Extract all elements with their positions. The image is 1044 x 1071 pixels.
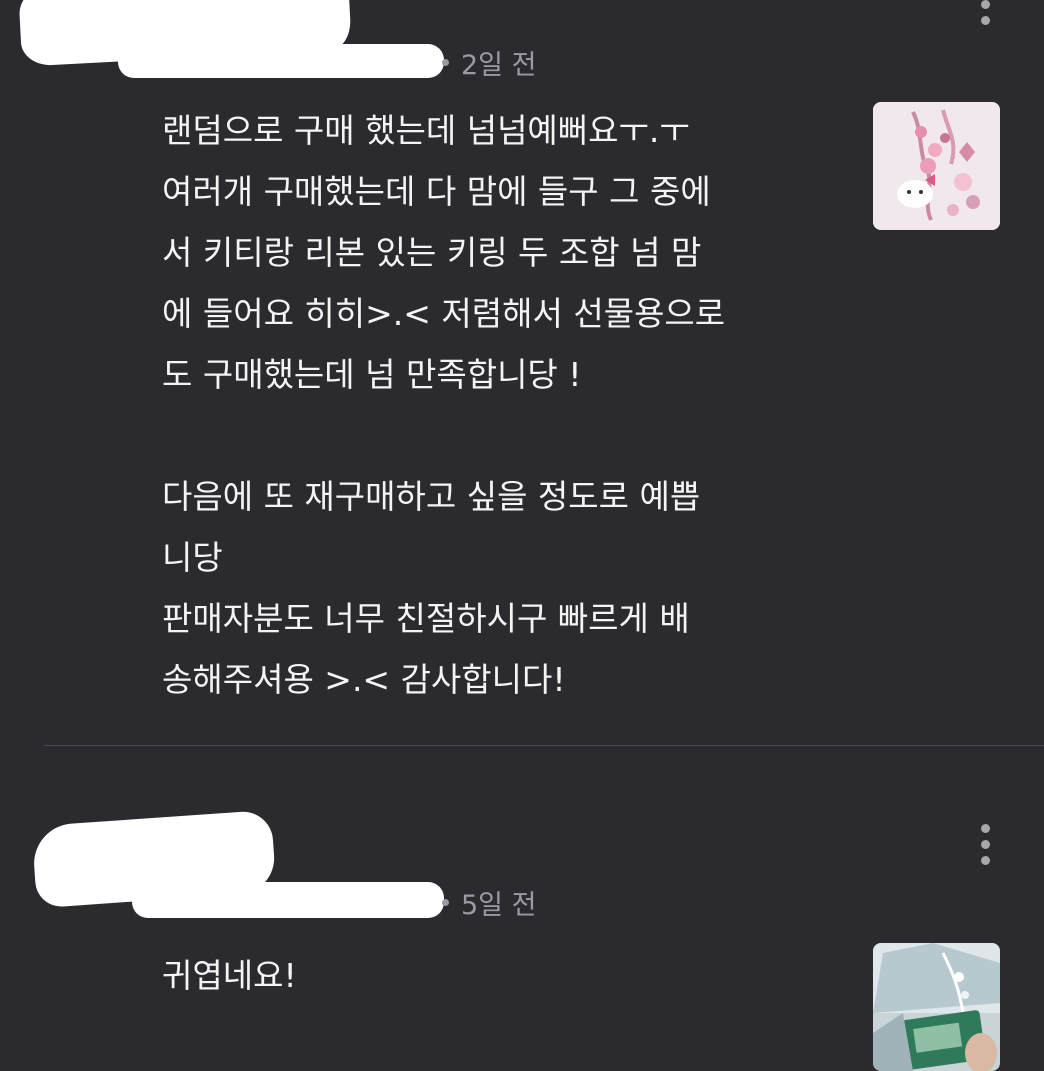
review-text-line: 판매자분도 너무 친절하시구 빠르게 배: [162, 599, 690, 638]
redacted-user-info: [118, 44, 444, 78]
separator-dot-icon: [442, 59, 449, 66]
review-meta: 5일 전: [442, 883, 536, 922]
review-text-line: 에 들어요 히히>.< 저렴해서 선물용으로: [162, 294, 726, 333]
review-text-line: 서 키티랑 리본 있는 키링 두 조합 넘 맘: [162, 233, 702, 272]
review-date: 2일 전: [461, 50, 537, 81]
keychain-photo-icon: [873, 102, 1000, 230]
review-item: 5일 전 귀엽네요!: [0, 746, 1044, 1071]
more-options-button[interactable]: [979, 824, 991, 865]
redacted-user-info: [132, 882, 444, 918]
more-dot-icon: [980, 16, 990, 25]
separator-dot-icon: [442, 899, 449, 906]
review-text-line: 도 구매했는데 넘 만족합니당 !: [162, 355, 582, 394]
review-text: 랜덤으로 구매 했는데 넘넘예뻐요ㅜ.ㅜ 여러개 구매했는데 다 맘에 들구 그…: [162, 100, 842, 710]
review-text-line: 랜덤으로 구매 했는데 넘넘예뻐요ㅜ.ㅜ: [162, 111, 690, 150]
more-options-button[interactable]: [979, 0, 991, 25]
review-text-line: 니당: [162, 538, 223, 577]
more-dot-icon: [980, 856, 990, 865]
review-meta: 2일 전: [442, 43, 536, 82]
review-text-line: 여러개 구매했는데 다 맘에 들구 그 중에: [162, 172, 711, 211]
more-dot-icon: [980, 0, 990, 9]
more-dot-icon: [980, 824, 990, 833]
review-text-line: 귀엽네요!: [162, 956, 297, 995]
more-dot-icon: [980, 840, 990, 849]
review-photo-thumbnail[interactable]: [873, 943, 1000, 1071]
review-text-line: 송해주셔용 >.< 감사합니다!: [162, 660, 566, 699]
review-item: 2일 전 랜덤으로 구매 했는데 넘넘예뻐요ㅜ.ㅜ 여러개 구매했는데 다 맘에…: [0, 0, 1044, 745]
review-date: 5일 전: [461, 890, 537, 921]
review-text-line: 다음에 또 재구매하고 싶을 정도로 예쁩: [162, 477, 701, 516]
product-photo-icon: [873, 943, 1000, 1071]
review-photo-thumbnail[interactable]: [873, 102, 1000, 230]
review-text: 귀엽네요!: [162, 945, 842, 1006]
